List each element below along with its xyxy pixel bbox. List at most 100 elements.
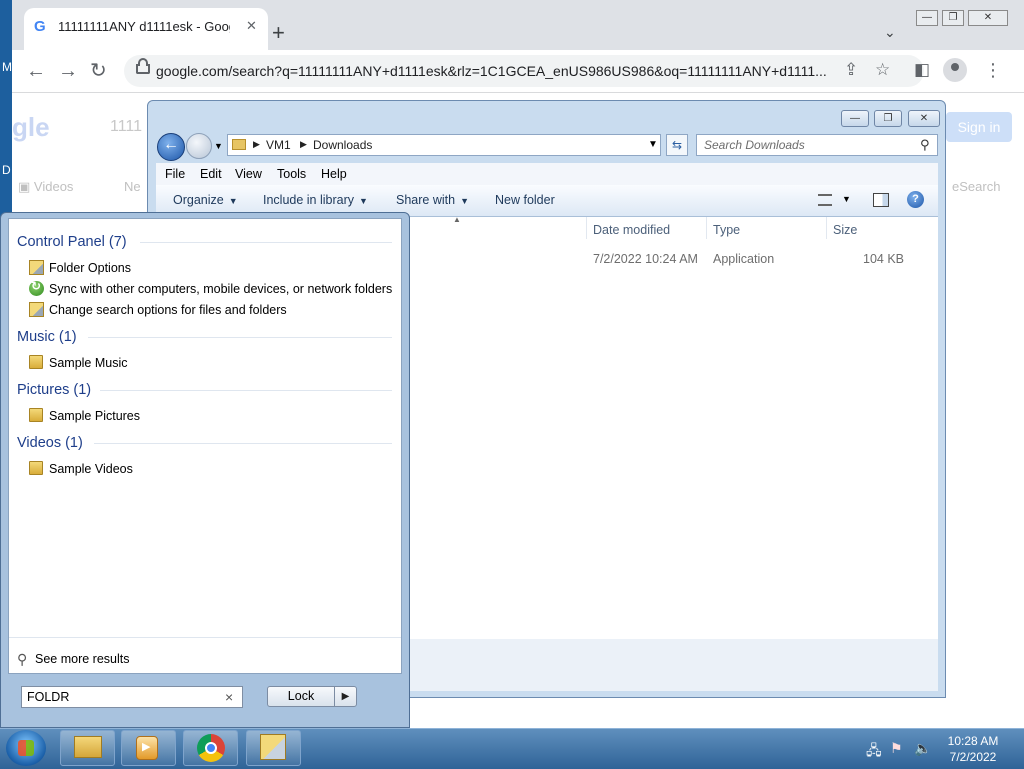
- clock-date: 7/2/2022: [949, 750, 997, 764]
- share-with-button[interactable]: Share with ▼: [396, 193, 469, 207]
- action-center-warning-icon[interactable]: ⚑: [890, 740, 903, 757]
- bookmark-star-icon[interactable]: ☆: [875, 60, 890, 80]
- chrome-minimize-button[interactable]: —: [916, 10, 938, 26]
- category-divider: [88, 337, 392, 338]
- explorer-address-bar[interactable]: [227, 134, 661, 156]
- folder-options-icon: [260, 734, 286, 760]
- shutdown-options-arrow-icon[interactable]: ▶: [334, 686, 357, 707]
- windows-explorer-icon: [74, 736, 102, 758]
- preview-pane-icon[interactable]: [873, 193, 889, 207]
- reload-icon[interactable]: ↻: [90, 61, 107, 81]
- result-sample-music[interactable]: Sample Music: [49, 356, 128, 370]
- folder-icon: [29, 461, 43, 475]
- result-sample-videos[interactable]: Sample Videos: [49, 462, 133, 476]
- explorer-close-button[interactable]: ✕: [908, 110, 940, 127]
- category-videos[interactable]: Videos (1): [17, 435, 83, 451]
- new-tab-button[interactable]: +: [272, 22, 285, 44]
- category-control-panel[interactable]: Control Panel (7): [17, 234, 127, 250]
- recent-pages-dropdown-icon[interactable]: ▼: [214, 141, 223, 151]
- chrome-menu-icon[interactable]: ⋮: [984, 60, 1002, 80]
- start-button-icon[interactable]: [6, 730, 46, 766]
- forward-button-icon[interactable]: [186, 133, 212, 159]
- profile-avatar-icon[interactable]: [943, 58, 967, 82]
- desktop-icon-label: D: [2, 163, 11, 177]
- search-placeholder: Search Downloads: [704, 138, 805, 152]
- search-icon[interactable]: ⚲: [920, 137, 930, 153]
- search-magnifier-icon: ⚲: [17, 651, 28, 667]
- address-dropdown-icon[interactable]: ▼: [648, 139, 658, 150]
- clear-search-icon[interactable]: ×: [225, 689, 233, 705]
- tab-title: 11111111ANY d1111esk - Goog: [58, 19, 230, 34]
- category-music[interactable]: Music (1): [17, 329, 77, 345]
- back-button-icon[interactable]: [157, 133, 185, 161]
- breadcrumb-downloads[interactable]: Downloads: [313, 138, 372, 152]
- desktop-icon-label: M: [2, 60, 12, 74]
- google-tab-news[interactable]: Ne: [124, 179, 141, 194]
- folder-icon: [29, 408, 43, 422]
- search-options-icon: [29, 302, 44, 317]
- view-options-dropdown-icon[interactable]: ▼: [842, 194, 851, 204]
- tab-close-icon[interactable]: ✕: [246, 18, 257, 34]
- category-divider: [94, 443, 392, 444]
- result-sync-center[interactable]: Sync with other computers, mobile device…: [49, 282, 392, 296]
- side-panel-icon[interactable]: ◧: [914, 60, 930, 80]
- category-pictures[interactable]: Pictures (1): [17, 382, 91, 398]
- column-divider[interactable]: [586, 217, 587, 239]
- menu-bar: [156, 163, 938, 185]
- menu-view[interactable]: View: [235, 167, 262, 181]
- result-sample-pictures[interactable]: Sample Pictures: [49, 409, 140, 423]
- help-icon[interactable]: ?: [907, 191, 924, 208]
- lock-button[interactable]: Lock: [267, 686, 335, 707]
- explorer-maximize-button[interactable]: ❐: [874, 110, 902, 127]
- breadcrumb-vm1[interactable]: VM1: [266, 138, 291, 152]
- folder-icon: [29, 355, 43, 369]
- result-change-search-options[interactable]: Change search options for files and fold…: [49, 303, 287, 317]
- column-type[interactable]: Type: [713, 223, 740, 237]
- taskbar-clock[interactable]: 10:28 AM 7/2/2022: [940, 733, 1006, 765]
- chrome-close-button[interactable]: ✕: [968, 10, 1008, 26]
- lock-icon[interactable]: [136, 58, 150, 74]
- organize-button[interactable]: Organize ▼: [173, 193, 238, 207]
- explorer-minimize-button[interactable]: —: [841, 110, 869, 127]
- sort-arrow-icon: ▲: [453, 215, 461, 224]
- new-folder-button[interactable]: New folder: [495, 193, 555, 207]
- google-tab-videos[interactable]: ▣ Videos: [18, 179, 73, 195]
- start-search-value[interactable]: FOLDR: [27, 690, 69, 704]
- column-size[interactable]: Size: [833, 223, 857, 237]
- clock-time: 10:28 AM: [947, 734, 999, 748]
- google-logo: gle: [12, 112, 50, 142]
- breadcrumb-chevron-icon[interactable]: ▶: [253, 139, 260, 150]
- chrome-icon: [197, 734, 225, 762]
- breadcrumb-chevron-icon[interactable]: ▶: [300, 139, 307, 150]
- category-divider: [100, 390, 392, 391]
- menu-file[interactable]: File: [165, 167, 185, 181]
- result-folder-options[interactable]: Folder Options: [49, 261, 131, 275]
- share-icon[interactable]: ⇪: [844, 60, 858, 80]
- change-view-icon[interactable]: [818, 194, 832, 206]
- sync-center-icon: [29, 279, 44, 296]
- include-in-library-button[interactable]: Include in library ▼: [263, 193, 368, 207]
- results-divider: [9, 637, 401, 638]
- sign-in-button[interactable]: Sign in: [946, 112, 1012, 142]
- url-text[interactable]: google.com/search?q=11111111ANY+d1111esk…: [156, 62, 846, 80]
- file-type[interactable]: Application: [713, 252, 774, 266]
- refresh-icon[interactable]: ⇆: [666, 134, 688, 156]
- network-tray-icon[interactable]: 🖧: [866, 740, 882, 764]
- menu-help[interactable]: Help: [321, 167, 347, 181]
- volume-icon[interactable]: 🔈: [914, 740, 931, 757]
- menu-edit[interactable]: Edit: [200, 167, 222, 181]
- safesearch-label[interactable]: eSearch: [952, 179, 1000, 194]
- back-arrow-icon[interactable]: ←: [26, 61, 46, 81]
- file-date[interactable]: 7/2/2022 10:24 AM: [593, 252, 698, 266]
- google-search-query: 1111: [110, 118, 143, 135]
- column-date-modified[interactable]: Date modified: [593, 223, 670, 237]
- forward-arrow-icon[interactable]: →: [58, 61, 78, 81]
- see-more-results-link[interactable]: See more results: [35, 652, 129, 666]
- column-divider[interactable]: [826, 217, 827, 239]
- chrome-maximize-button[interactable]: ❐: [942, 10, 964, 26]
- file-size[interactable]: 104 KB: [863, 252, 904, 266]
- column-divider[interactable]: [706, 217, 707, 239]
- tab-search-chevron-icon[interactable]: ⌄: [884, 24, 896, 41]
- category-divider: [140, 242, 392, 243]
- menu-tools[interactable]: Tools: [277, 167, 306, 181]
